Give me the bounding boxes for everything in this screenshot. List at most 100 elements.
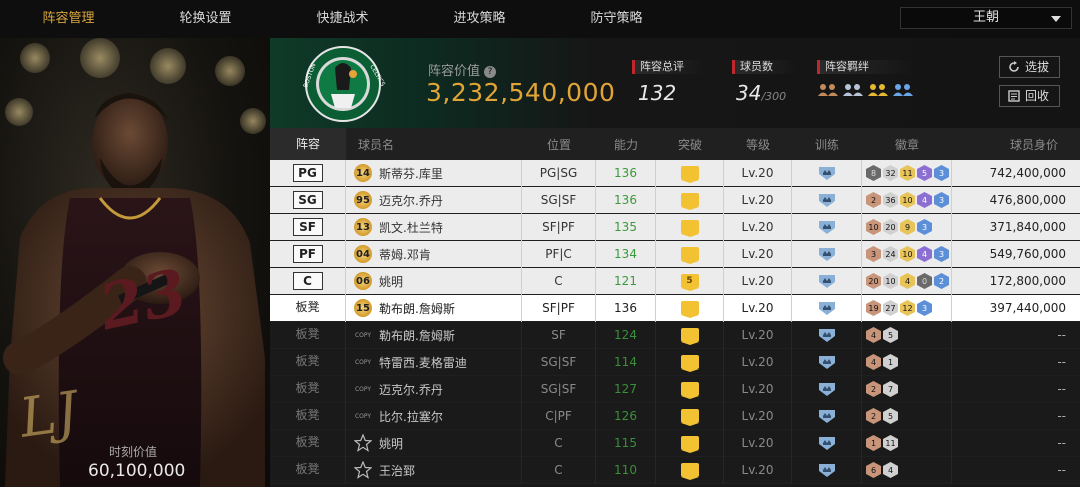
lineup-slot[interactable]: 板凳 <box>270 456 346 484</box>
training-cell[interactable] <box>792 186 862 214</box>
header-breakthrough[interactable]: 突破 <box>656 128 724 160</box>
header-player-value[interactable]: 球员身价 <box>952 128 1080 160</box>
header-ability[interactable]: 能力 <box>596 128 656 160</box>
lineup-slot[interactable]: 板凳 <box>270 348 346 376</box>
badges-cell[interactable]: 3 24 10 4 3 <box>862 240 952 268</box>
player-cell[interactable]: 14 斯蒂芬.库里 <box>346 159 522 187</box>
table-row[interactable]: 板凳 王治郅 C 110 Lv.20 64 -- <box>270 456 1080 484</box>
lineup-slot[interactable]: SG <box>270 186 346 214</box>
tab-lineup-management[interactable]: 阵容管理 <box>0 0 137 38</box>
header-badges[interactable]: 徽章 <box>862 128 952 160</box>
training-cell[interactable] <box>792 375 862 403</box>
training-cell[interactable] <box>792 402 862 430</box>
recycle-button[interactable]: 回收 <box>999 85 1060 107</box>
training-cell[interactable] <box>792 159 862 187</box>
header-level[interactable]: 等级 <box>724 128 792 160</box>
badges-cell[interactable]: 20 10 4 0 2 <box>862 267 952 295</box>
select-button[interactable]: 选拔 <box>999 56 1060 78</box>
breakthrough-cell[interactable] <box>656 429 724 457</box>
training-cell[interactable] <box>792 429 862 457</box>
badges-cell[interactable]: 8 32 11 5 3 <box>862 159 952 187</box>
table-row[interactable]: 板凳 15 勒布朗.詹姆斯 SF|PF 136 Lv.20 19 27 12 3 397… <box>270 294 1080 322</box>
tab-defense-strategy[interactable]: 防守策略 <box>548 0 685 38</box>
lineup-slot[interactable]: PG <box>270 159 346 187</box>
player-cell[interactable]: COPY 特雷西.麦格雷迪 <box>346 348 522 376</box>
badges-cell[interactable]: 2 36 10 4 3 <box>862 186 952 214</box>
table-row[interactable]: 板凳 姚明 C 115 Lv.20 1 11 -- <box>270 429 1080 457</box>
tab-quick-tactics[interactable]: 快捷战术 <box>274 0 411 38</box>
breakthrough-cell[interactable] <box>656 186 724 214</box>
player-cell[interactable]: 06 姚明 <box>346 267 522 295</box>
bond-group-gold-icon[interactable] <box>867 80 889 100</box>
breakthrough-cell[interactable] <box>656 348 724 376</box>
training-cell[interactable] <box>792 348 862 376</box>
lineup-slot[interactable]: 板凳 <box>270 321 346 349</box>
header-lineup[interactable]: 阵容 <box>270 128 346 160</box>
breakthrough-cell[interactable] <box>656 321 724 349</box>
badges-cell[interactable]: 1 11 <box>862 429 952 457</box>
lineup-slot[interactable]: SF <box>270 213 346 241</box>
badges-cell[interactable]: 41 <box>862 348 952 376</box>
training-cell[interactable] <box>792 240 862 268</box>
table-row[interactable]: 板凳 COPY 特雷西.麦格雷迪 SG|SF 114 Lv.20 41 -- <box>270 348 1080 376</box>
bond-group-silver-icon[interactable] <box>842 80 864 100</box>
lineup-slot[interactable]: C <box>270 267 346 295</box>
help-icon[interactable]: ? <box>484 66 497 78</box>
table-row[interactable]: 板凳 COPY 勒布朗.詹姆斯 SF 124 Lv.20 45 -- <box>270 321 1080 349</box>
breakthrough-cell[interactable]: 5 <box>656 267 724 295</box>
table-row[interactable]: SF 13 凯文.杜兰特 SF|PF 135 Lv.20 10 20 9 3 371,8… <box>270 213 1080 241</box>
breakthrough-cell[interactable] <box>656 159 724 187</box>
breakthrough-cell[interactable] <box>656 456 724 484</box>
player-cell[interactable]: 15 勒布朗.詹姆斯 <box>346 294 522 322</box>
bond-group-bronze-icon[interactable] <box>817 80 839 100</box>
player-cell[interactable]: COPY 比尔.拉塞尔 <box>346 402 522 430</box>
badges-cell[interactable]: 64 <box>862 456 952 484</box>
badge-count: 0 <box>917 273 932 289</box>
player-cell[interactable]: 姚明 <box>346 429 522 457</box>
badges-cell[interactable]: 19 27 12 3 <box>862 294 952 322</box>
bond-icons[interactable] <box>817 80 914 100</box>
breakthrough-cell[interactable] <box>656 402 724 430</box>
player-cell[interactable]: COPY 迈克尔.乔丹 <box>346 375 522 403</box>
training-cell[interactable] <box>792 456 862 484</box>
header-position[interactable]: 位置 <box>522 128 596 160</box>
badge-list: 20 10 4 0 2 <box>866 273 949 289</box>
badges-cell[interactable]: 27 <box>862 375 952 403</box>
player-cell[interactable]: 王治郅 <box>346 456 522 484</box>
lineup-slot[interactable]: 板凳 <box>270 375 346 403</box>
header-training[interactable]: 训练 <box>792 128 862 160</box>
training-cell[interactable] <box>792 294 862 322</box>
lineup-slot[interactable]: 板凳 <box>270 402 346 430</box>
table-row[interactable]: 板凳 COPY 迈克尔.乔丹 SG|SF 127 Lv.20 27 -- <box>270 375 1080 403</box>
table-row[interactable]: 板凳 COPY 比尔.拉塞尔 C|PF 126 Lv.20 25 -- <box>270 402 1080 430</box>
player-cell[interactable]: 95 迈克尔.乔丹 <box>346 186 522 214</box>
tab-offense-strategy[interactable]: 进攻策略 <box>411 0 548 38</box>
tab-rotation-settings[interactable]: 轮换设置 <box>137 0 274 38</box>
badge-count: 27 <box>883 300 898 316</box>
position: SG|SF <box>522 186 596 214</box>
badges-cell[interactable]: 10 20 9 3 <box>862 213 952 241</box>
header-player-name[interactable]: 球员名 <box>346 128 522 160</box>
lineup-slot[interactable]: 板凳 <box>270 429 346 457</box>
lineup-slot[interactable]: PF <box>270 240 346 268</box>
lineup-slot[interactable]: 板凳 <box>270 294 346 322</box>
training-cell[interactable] <box>792 267 862 295</box>
breakthrough-cell[interactable] <box>656 240 724 268</box>
breakthrough-cell[interactable] <box>656 375 724 403</box>
team-selector[interactable]: 王朝 <box>900 7 1072 29</box>
table-row[interactable]: SG 95 迈克尔.乔丹 SG|SF 136 Lv.20 2 36 10 4 3 476,… <box>270 186 1080 214</box>
breakthrough-cell[interactable] <box>656 213 724 241</box>
table-row[interactable]: PF 04 蒂姆.邓肯 PF|C 134 Lv.20 3 24 10 4 3 549,76… <box>270 240 1080 268</box>
breakthrough-cell[interactable] <box>656 294 724 322</box>
training-cell[interactable] <box>792 321 862 349</box>
table-row[interactable]: C 06 姚明 C 121 5 Lv.20 20 10 4 0 2 172,800,000 <box>270 267 1080 295</box>
player-cell[interactable]: COPY 勒布朗.詹姆斯 <box>346 321 522 349</box>
table-row[interactable]: PG 14 斯蒂芬.库里 PG|SG 136 Lv.20 8 32 11 5 3 742,… <box>270 159 1080 187</box>
badges-cell[interactable]: 45 <box>862 321 952 349</box>
training-cell[interactable] <box>792 213 862 241</box>
badges-cell[interactable]: 25 <box>862 402 952 430</box>
bond-group-blue-icon[interactable] <box>892 80 914 100</box>
player-cell[interactable]: 04 蒂姆.邓肯 <box>346 240 522 268</box>
player-moment-card[interactable]: 23 LJ 时刻价值 60,100,000 <box>0 38 270 487</box>
player-cell[interactable]: 13 凯文.杜兰特 <box>346 213 522 241</box>
